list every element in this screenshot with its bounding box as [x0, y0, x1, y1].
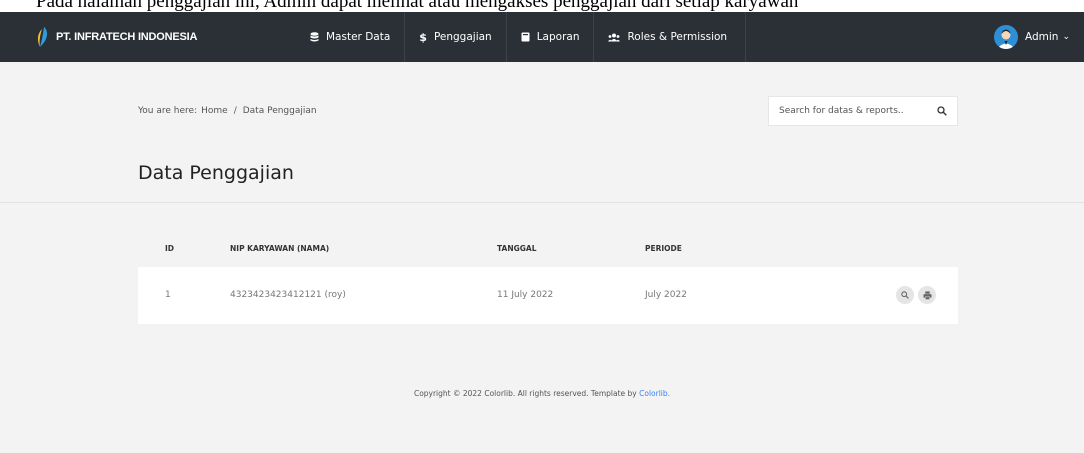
nav-master-data[interactable]: Master Data — [296, 12, 406, 62]
caption-text: Pada halaman penggajian ini, Admin dapat… — [0, 0, 1084, 12]
brand[interactable]: PT. INFRATECH INDONESIA — [0, 26, 296, 48]
nav-roles-label: Roles & Permission — [627, 31, 728, 43]
logo-icon — [37, 27, 48, 47]
chevron-down-icon: ⌄ — [1062, 32, 1070, 42]
table-row: 1 4323423423412121 (roy) 11 July 2022 Ju… — [138, 267, 958, 324]
breadcrumb-separator: / — [233, 106, 237, 116]
nav-master-data-label: Master Data — [326, 31, 391, 43]
cell-id: 1 — [165, 290, 171, 300]
breadcrumb-prefix: You are here: — [138, 106, 198, 116]
breadcrumb-current: Data Penggajian — [242, 106, 317, 116]
col-periode-header: PERIODE — [645, 244, 682, 253]
search-box — [768, 96, 958, 126]
cell-periode: July 2022 — [645, 290, 687, 300]
dollar-icon: $ — [419, 30, 427, 44]
cell-tanggal: 11 July 2022 — [497, 290, 554, 300]
print-button[interactable] — [918, 286, 936, 304]
book-icon — [521, 32, 530, 42]
col-nip-header: NIP KARYAWAN (NAMA) — [230, 244, 330, 253]
divider — [0, 202, 1084, 203]
top-navbar: PT. INFRATECH INDONESIA Master Data $ Pe… — [0, 12, 1084, 62]
user-menu[interactable]: Admin ⌄ — [993, 25, 1084, 49]
avatar — [993, 25, 1018, 49]
nav-laporan-label: Laporan — [536, 31, 580, 43]
nav-penggajian-label: Penggajian — [433, 31, 492, 43]
user-name: Admin — [1024, 31, 1059, 43]
users-icon — [608, 33, 621, 42]
footer-link[interactable]: Colorlib. — [639, 389, 670, 398]
nav-penggajian[interactable]: $ Penggajian — [405, 12, 507, 62]
search-input[interactable] — [779, 106, 937, 116]
breadcrumb: You are here: Home / Data Penggajian — [138, 106, 317, 116]
footer-text: Copyright © 2022 Colorlib. All rights re… — [413, 389, 637, 398]
breadcrumb-home[interactable]: Home — [201, 106, 228, 116]
main-content: You are here: Home / Data Penggajian Dat… — [0, 62, 1084, 453]
view-button[interactable] — [896, 286, 914, 304]
printer-icon — [922, 290, 932, 300]
row-actions — [896, 286, 936, 304]
magnifier-icon — [901, 291, 909, 299]
nav-laporan[interactable]: Laporan — [507, 12, 595, 62]
footer: Copyright © 2022 Colorlib. All rights re… — [0, 389, 1084, 398]
page-title: Data Penggajian — [138, 162, 294, 184]
col-id-header: ID — [165, 244, 175, 253]
brand-name: PT. INFRATECH INDONESIA — [56, 31, 198, 43]
col-tanggal-header: TANGGAL — [497, 244, 537, 253]
search-icon[interactable] — [937, 106, 947, 116]
nav-roles-permission[interactable]: Roles & Permission — [594, 12, 747, 62]
database-icon — [310, 32, 319, 42]
table-header: ID NIP KARYAWAN (NAMA) TANGGAL PERIODE — [138, 244, 958, 258]
cell-nip: 4323423423412121 (roy) — [230, 290, 346, 300]
